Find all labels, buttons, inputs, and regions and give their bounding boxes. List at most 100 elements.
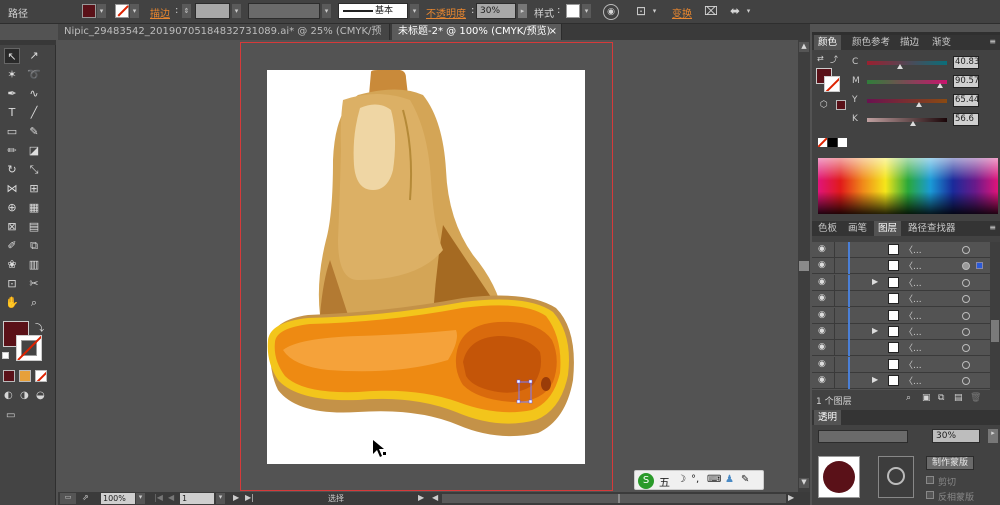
variable-width-field[interactable] [248,3,320,19]
slider-thumb[interactable] [909,121,916,126]
color-stroke-box[interactable] [824,76,840,92]
opacity-slider-button[interactable]: ▸ [518,4,527,18]
target-circle-icon[interactable] [962,311,970,320]
visibility-eye-icon[interactable]: ◉ [818,342,826,352]
target-circle-icon[interactable] [962,328,970,336]
delete-layer-icon[interactable]: 🗑 [970,393,981,403]
magic-wand-icon[interactable]: ✶ [4,67,20,83]
align-dropdown[interactable]: ▾ [650,4,659,18]
layers-scrollbar[interactable] [990,242,1000,390]
eyedropper-icon[interactable]: ✐ [4,238,20,254]
slice-icon[interactable]: ✂ [26,276,42,292]
channel-slider[interactable] [867,61,947,65]
white-swatch[interactable] [838,138,847,147]
draw-normal-icon[interactable]: ◐ [4,390,13,401]
opacity-slider-toggle[interactable]: ▸ [988,429,998,443]
gradient-mode-icon[interactable] [19,370,31,382]
none-swatch[interactable] [818,138,827,147]
brush-dropdown[interactable]: ▾ [410,4,419,18]
share-icon[interactable]: ⇗ [82,493,89,502]
tab-transparency[interactable]: 透明 [814,410,842,425]
stroke-dropdown[interactable]: ▾ [130,4,139,18]
target-circle-icon[interactable] [962,262,970,271]
prev-page-icon[interactable]: ◀ [168,493,174,502]
slider-thumb[interactable] [936,83,943,88]
reset-icon[interactable]: ⤴ [830,54,838,65]
layer-row[interactable]: ◉ ▶ 〈... [812,373,990,390]
channel-value-field[interactable]: 56.6 [953,113,979,126]
graphic-style-swatch[interactable] [566,4,580,18]
color-mode-icon[interactable] [3,370,15,382]
rotate-icon[interactable]: ↻ [4,162,20,178]
visibility-eye-icon[interactable]: ◉ [818,260,826,270]
ime-tools-icon[interactable]: ✎ [741,474,749,485]
page-field[interactable]: 1 [180,493,214,504]
expand-arrow-icon[interactable]: ▶ [872,375,878,384]
transparency-opacity-field[interactable]: 30% [932,429,980,443]
target-circle-icon[interactable] [962,295,970,304]
slider-thumb[interactable] [896,64,903,69]
arrange-icon[interactable]: ⬌ [730,4,740,18]
curvature-icon[interactable]: ∿ [26,86,42,102]
layer-name[interactable]: 〈... [904,243,922,256]
channel-value-field[interactable]: 40.83 [953,56,979,69]
slider-thumb[interactable] [916,102,922,107]
layer-row[interactable]: ◉ 〈... [812,356,990,373]
canvas-area[interactable]: S 五 ☽ °, ⌨ ♟ ✎ [58,40,798,492]
last-page-icon[interactable]: ▶| [245,493,254,502]
target-circle-icon[interactable] [962,344,970,353]
channel-value-field[interactable]: 65.44 [953,94,979,107]
stroke-weight-field[interactable] [195,3,230,19]
visibility-eye-icon[interactable]: ◉ [818,359,826,369]
variable-width-dropdown[interactable]: ▾ [322,4,331,18]
channel-slider[interactable] [867,99,947,103]
zoom-dropdown[interactable]: ▾ [136,493,145,504]
mask-link-box[interactable] [878,456,914,498]
layer-name[interactable]: 〈... [904,374,922,387]
ime-toolbar[interactable]: S 五 ☽ °, ⌨ ♟ ✎ [634,470,764,490]
next-page-icon[interactable]: ▶ [233,493,239,502]
tab-stroke[interactable]: 描边 [896,35,923,50]
vertical-scrollbar[interactable]: ▲ ▼ [798,40,810,492]
ime-logo-icon[interactable]: S [638,473,654,489]
gradient-icon[interactable]: ▤ [26,219,42,235]
horizontal-scrollbar[interactable] [442,494,626,503]
status-artboard-icon[interactable]: ▭ [60,493,76,504]
tab-brushes[interactable]: 画笔 [844,221,871,236]
line-icon[interactable]: ╱ [26,105,42,121]
ime-skin-icon[interactable]: ♟ [725,474,734,485]
layer-row[interactable]: ◉ 〈... [812,340,990,357]
perspective-icon[interactable]: ▦ [26,200,42,216]
invert-mask-checkbox[interactable] [926,491,934,499]
expand-arrow-icon[interactable]: ▶ [872,277,878,286]
page-dropdown[interactable]: ▾ [216,493,225,504]
pen-icon[interactable]: ✒ [4,86,20,102]
layer-row[interactable]: ◉ 〈... [812,291,990,308]
layer-row[interactable]: ◉ 〈... [812,242,990,258]
draw-behind-icon[interactable]: ◑ [20,390,29,401]
layer-name[interactable]: 〈... [904,325,922,338]
selection-icon[interactable]: ↖ [4,48,20,64]
pencil-icon[interactable]: ✏ [4,143,20,159]
locate-object-icon[interactable]: ⌕ [906,393,911,403]
layer-name[interactable]: 〈... [904,259,922,272]
channel-slider[interactable] [867,80,947,84]
shape-builder-icon[interactable]: ⊕ [4,200,20,216]
fill-swatch[interactable] [82,4,96,18]
mesh-icon[interactable]: ⊠ [4,219,20,235]
scroll-thumb[interactable] [799,261,809,271]
zoom-icon[interactable]: ⌕ [26,295,42,311]
layer-row[interactable]: ◉ ▶ 〈... [812,274,990,291]
screen-mode-icon[interactable]: ▭ [6,410,15,421]
blend-mode-select[interactable] [818,430,908,443]
out-of-gamut-icon[interactable]: ⬡ [820,100,828,110]
default-colors-icon[interactable] [2,352,9,359]
tab-gradient[interactable]: 渐变 [928,35,955,50]
layer-row[interactable]: ◉ 〈... [812,258,990,275]
butternut-squash-artwork[interactable] [58,40,798,492]
layers-menu-icon[interactable]: ≡ [989,223,996,232]
stroke-weight-stepper[interactable]: ⇕ [182,4,191,18]
visibility-eye-icon[interactable]: ◉ [818,375,826,385]
tab-swatches[interactable]: 色板 [814,221,841,236]
panel-options-icon[interactable]: ⇄ [817,54,824,63]
